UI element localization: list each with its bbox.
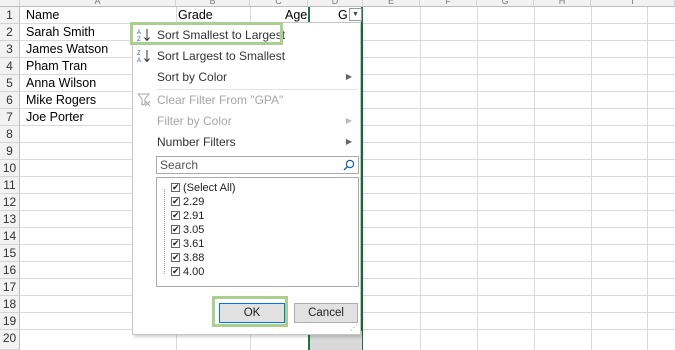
- checkbox[interactable]: [171, 236, 180, 250]
- column-header-f[interactable]: F: [420, 0, 477, 7]
- row-header[interactable]: 7: [0, 109, 20, 126]
- row-header[interactable]: 18: [0, 296, 20, 313]
- filter-by-color-label: Filter by Color: [157, 114, 232, 128]
- cell-name[interactable]: Mike Rogers: [26, 92, 96, 108]
- row-header[interactable]: 8: [0, 126, 20, 143]
- gridline: [591, 7, 592, 350]
- filter-by-color-item[interactable]: Filter by Color ▶: [133, 111, 360, 131]
- checkbox[interactable]: [171, 250, 180, 264]
- search-placeholder: Search: [160, 158, 199, 172]
- sort-by-color-label: Sort by Color: [157, 70, 228, 84]
- select-all-corner[interactable]: [0, 0, 20, 7]
- checkbox-label: 3.61: [183, 238, 205, 250]
- sort-descending-item[interactable]: Z A Sort Largest to Smallest: [133, 46, 360, 66]
- column-header-a[interactable]: A: [20, 0, 176, 7]
- row-header[interactable]: 10: [0, 160, 20, 177]
- row-header[interactable]: 20: [0, 330, 20, 350]
- submenu-arrow-icon: ▶: [345, 72, 352, 81]
- row-header[interactable]: 15: [0, 245, 20, 262]
- tree-connector: [164, 189, 166, 274]
- row-header[interactable]: 17: [0, 279, 20, 296]
- checkbox-label: 2.91: [183, 210, 205, 222]
- row-header[interactable]: 11: [0, 177, 20, 194]
- row-header[interactable]: 2: [0, 24, 20, 41]
- checkbox-label: (Select All): [183, 182, 236, 194]
- column-header-h[interactable]: H: [534, 0, 591, 7]
- checkbox-item[interactable]: 2.29: [171, 194, 205, 209]
- row-header[interactable]: 4: [0, 58, 20, 75]
- row-header[interactable]: 9: [0, 143, 20, 160]
- cell-name[interactable]: Anna Wilson: [26, 75, 96, 91]
- checkbox-label: 3.05: [183, 224, 205, 236]
- column-header-d[interactable]: D: [308, 0, 363, 7]
- svg-text:A: A: [137, 58, 141, 63]
- sort-descending-icon: Z A: [137, 50, 150, 63]
- filter-values-list[interactable]: (Select All) 2.29 2.91 3.05 3.61 3.88 4.…: [156, 177, 359, 287]
- svg-text:Z: Z: [137, 51, 141, 57]
- highlight-ok-button: [212, 296, 288, 327]
- row-header[interactable]: 3: [0, 41, 20, 58]
- row-header[interactable]: 12: [0, 194, 20, 211]
- column-header-g[interactable]: G: [477, 0, 534, 7]
- checkbox-item[interactable]: 3.88: [171, 250, 205, 265]
- checkbox-label: 2.29: [183, 196, 205, 208]
- gridline: [534, 7, 535, 350]
- filter-dropdown-button[interactable]: ▼: [349, 8, 362, 21]
- gridline: [477, 7, 478, 350]
- highlight-sort-ascending: [130, 22, 283, 45]
- search-icon: [343, 159, 355, 171]
- checkbox-item[interactable]: 3.05: [171, 222, 205, 237]
- cell-name[interactable]: Pham Tran: [26, 58, 87, 74]
- checkbox-item[interactable]: 3.61: [171, 236, 205, 251]
- cell-name[interactable]: Joe Porter: [26, 109, 84, 125]
- checkbox[interactable]: [171, 180, 180, 194]
- row-header[interactable]: 1: [0, 7, 20, 24]
- number-filters-label: Number Filters: [157, 135, 236, 149]
- number-filters-item[interactable]: Number Filters ▶: [133, 132, 360, 152]
- checkbox-item[interactable]: 4.00: [171, 264, 205, 279]
- gridline: [647, 7, 648, 350]
- row-header[interactable]: 13: [0, 211, 20, 228]
- checkbox-item[interactable]: 2.91: [171, 208, 205, 223]
- row-header[interactable]: 14: [0, 228, 20, 245]
- sort-by-color-item[interactable]: Sort by Color ▶: [133, 67, 360, 87]
- cell-c1[interactable]: Age: [285, 7, 307, 23]
- checkbox[interactable]: [171, 222, 180, 236]
- search-input[interactable]: Search: [156, 156, 359, 174]
- clear-filter-icon: [137, 93, 151, 107]
- cancel-button[interactable]: Cancel: [294, 303, 358, 323]
- cell-d1[interactable]: G: [338, 7, 348, 23]
- checkbox-label: 4.00: [183, 266, 205, 278]
- checkbox-item[interactable]: (Select All): [171, 180, 236, 195]
- cell-b1[interactable]: Grade: [178, 7, 213, 23]
- cell-a1[interactable]: Name: [26, 7, 59, 23]
- checkbox[interactable]: [171, 194, 180, 208]
- gridline: [420, 7, 421, 350]
- checkbox[interactable]: [171, 208, 180, 222]
- resize-grip-icon[interactable]: ⋰: [350, 324, 358, 332]
- clear-filter-label: Clear Filter From "GPA": [157, 93, 284, 107]
- column-header-c[interactable]: C: [250, 0, 308, 7]
- submenu-arrow-icon: ▶: [345, 137, 352, 146]
- cell-name[interactable]: Sarah Smith: [26, 24, 95, 40]
- column-header-i[interactable]: I: [591, 0, 675, 7]
- sort-descending-label: Sort Largest to Smallest: [157, 49, 286, 63]
- column-header-b[interactable]: B: [176, 0, 250, 7]
- row-header[interactable]: 5: [0, 75, 20, 92]
- cell-name[interactable]: James Watson: [26, 41, 108, 57]
- row-header[interactable]: 6: [0, 92, 20, 109]
- clear-filter-item[interactable]: Clear Filter From "GPA": [133, 90, 360, 110]
- row-header[interactable]: 16: [0, 262, 20, 279]
- checkbox-label: 3.88: [183, 252, 205, 264]
- column-header-e[interactable]: E: [363, 0, 420, 7]
- submenu-arrow-icon: ▶: [345, 116, 352, 125]
- checkbox[interactable]: [171, 264, 180, 278]
- autofilter-menu: A Z Sort Smallest to Largest Z A Sort La…: [132, 22, 361, 335]
- row-header[interactable]: 19: [0, 313, 20, 330]
